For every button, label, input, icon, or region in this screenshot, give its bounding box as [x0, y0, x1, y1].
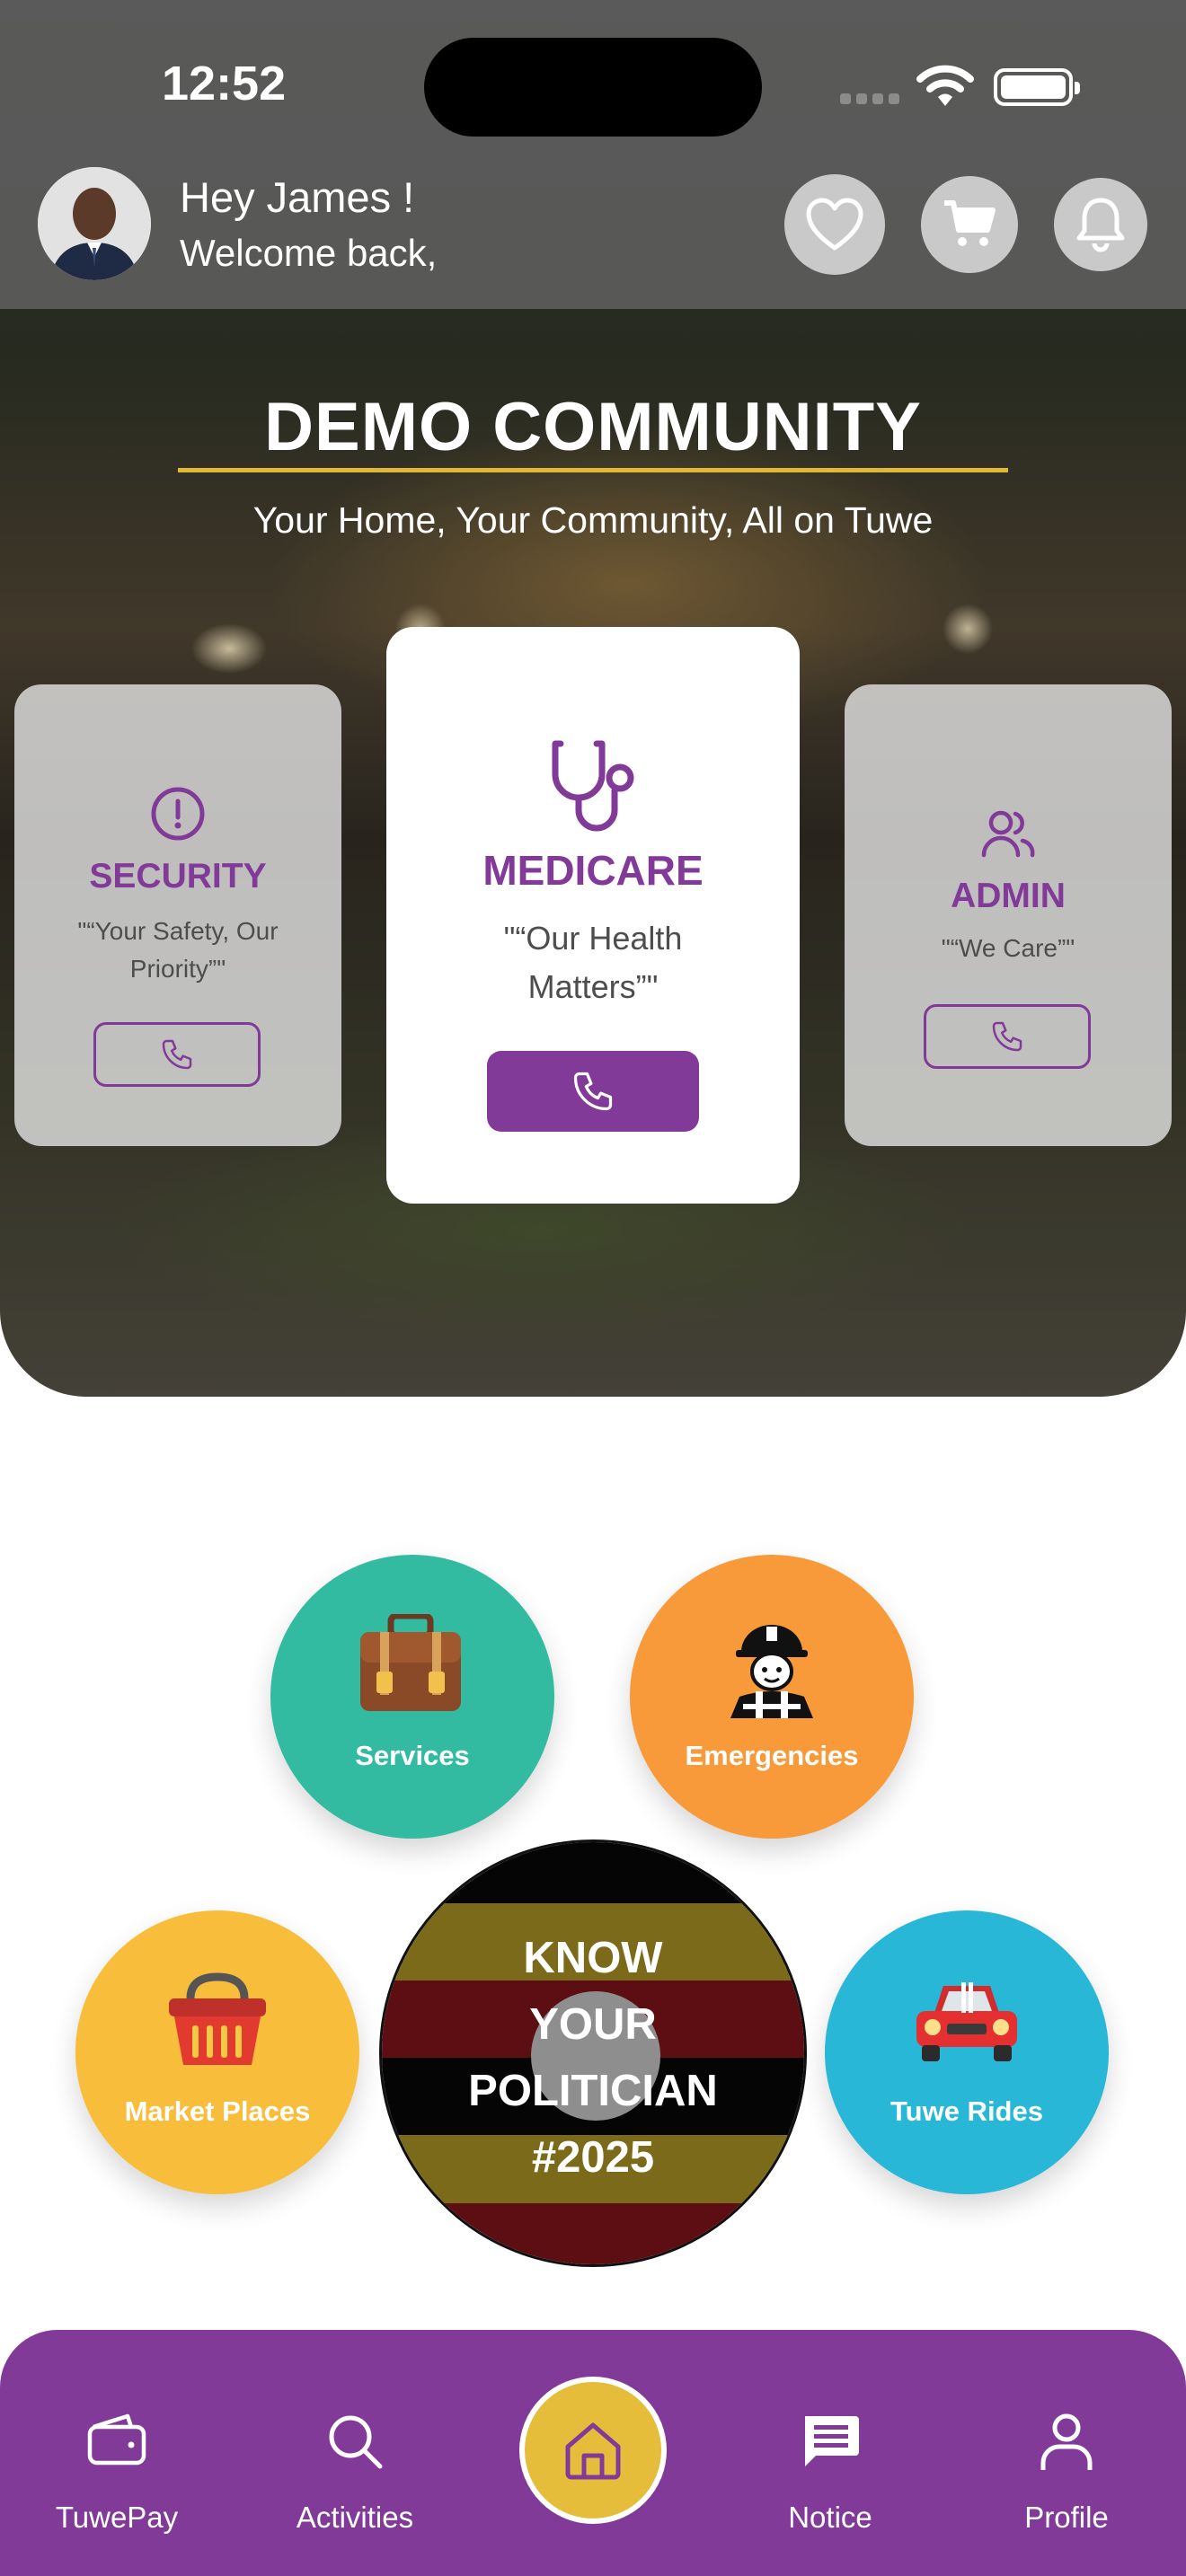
- car-icon: [916, 1982, 1017, 2061]
- user-icon: [1040, 2413, 1093, 2470]
- market-places-label: Market Places: [124, 2095, 311, 2127]
- emergencies-button[interactable]: Emergencies: [630, 1555, 914, 1839]
- medicare-card-title: MEDICARE: [482, 847, 704, 894]
- nav-activities-label: Activities: [296, 2501, 414, 2534]
- politician-line-2: YOUR: [529, 2000, 657, 2049]
- tuwe-rides-label: Tuwe Rides: [890, 2095, 1043, 2127]
- cart-icon: [944, 200, 996, 246]
- market-places-button[interactable]: Market Places: [75, 1910, 359, 2194]
- services-label: Services: [355, 1740, 470, 1771]
- message-icon: [805, 2416, 859, 2466]
- wifi-icon: [916, 65, 974, 106]
- heart-icon: [806, 198, 863, 251]
- greeting-text: Hey James !: [180, 173, 415, 221]
- nav-notice[interactable]: Notice: [749, 2330, 911, 2576]
- user-photo: [38, 167, 151, 280]
- home-icon: [565, 2422, 621, 2480]
- security-card-title: SECURITY: [89, 857, 267, 895]
- community-title: DEMO COMMUNITY: [264, 389, 922, 465]
- admin-card-quote: "“We Care”": [941, 934, 1075, 962]
- stethoscope-icon: [552, 740, 634, 832]
- politician-text: KNOW YOUR POLITICIAN #2025: [382, 1925, 804, 2191]
- flag-stripe-red: [382, 2203, 804, 2264]
- admin-card[interactable]: ADMIN "“We Care”": [845, 684, 1172, 1146]
- admin-card-title: ADMIN: [951, 877, 1066, 915]
- notifications-button[interactable]: [1054, 178, 1147, 271]
- bell-icon: [1076, 198, 1125, 252]
- politician-line-1: KNOW: [523, 1934, 663, 1982]
- services-button[interactable]: Services: [270, 1555, 554, 1839]
- emergencies-label: Emergencies: [685, 1740, 859, 1771]
- status-time: 12:52: [162, 57, 287, 110]
- phone-icon: [162, 1039, 192, 1070]
- tuwe-rides-button[interactable]: Tuwe Rides: [825, 1910, 1109, 2194]
- briefcase-icon: [360, 1614, 461, 1711]
- cart-button[interactable]: [921, 176, 1018, 273]
- firefighter-icon: [730, 1625, 813, 1718]
- medicare-card[interactable]: MEDICARE "“Our Health Matters”": [386, 627, 800, 1204]
- nav-profile-label: Profile: [1024, 2501, 1109, 2534]
- hero-banner: 12:52 Hey James ! Welcome back, DEMO COM…: [0, 0, 1186, 1397]
- nav-notice-label: Notice: [788, 2501, 872, 2534]
- battery-icon: [994, 68, 1080, 106]
- alert-circle-icon: [151, 787, 205, 841]
- know-your-politician-button[interactable]: KNOW YOUR POLITICIAN #2025: [379, 1839, 807, 2267]
- wallet-icon: [87, 2413, 146, 2466]
- signal-icon: [840, 93, 901, 104]
- top-bar: 12:52 Hey James ! Welcome back,: [0, 0, 1186, 309]
- flag-stripe-black: [382, 1842, 804, 1903]
- medicare-call-button[interactable]: [487, 1051, 699, 1132]
- favorites-button[interactable]: [784, 174, 885, 275]
- community-subtitle: Your Home, Your Community, All on Tuwe: [252, 499, 934, 541]
- phone-icon: [992, 1021, 1022, 1052]
- medicare-card-quote: "“Our Health Matters”": [503, 920, 683, 1005]
- nav-tuwepay-label: TuwePay: [55, 2501, 179, 2534]
- politician-line-4: #2025: [531, 2133, 655, 2182]
- basket-icon: [169, 1972, 266, 2065]
- nav-profile[interactable]: Profile: [986, 2330, 1147, 2576]
- admin-call-button[interactable]: [924, 1004, 1091, 1069]
- nav-activities[interactable]: Activities: [274, 2330, 436, 2576]
- users-icon: [981, 810, 1035, 858]
- dynamic-island: [424, 38, 762, 137]
- title-underline: [178, 468, 1008, 472]
- security-card-quote: "“Your Safety, Our Priority”": [77, 917, 279, 983]
- welcome-text: Welcome back,: [180, 232, 438, 274]
- nav-tuwepay[interactable]: TuwePay: [36, 2330, 198, 2576]
- security-card[interactable]: SECURITY "“Your Safety, Our Priority”": [14, 684, 341, 1146]
- search-icon: [329, 2415, 383, 2469]
- security-call-button[interactable]: [93, 1022, 261, 1087]
- phone-icon: [573, 1072, 613, 1111]
- avatar[interactable]: [38, 167, 151, 280]
- politician-line-3: POLITICIAN: [468, 2067, 718, 2115]
- home-button[interactable]: [519, 2377, 667, 2524]
